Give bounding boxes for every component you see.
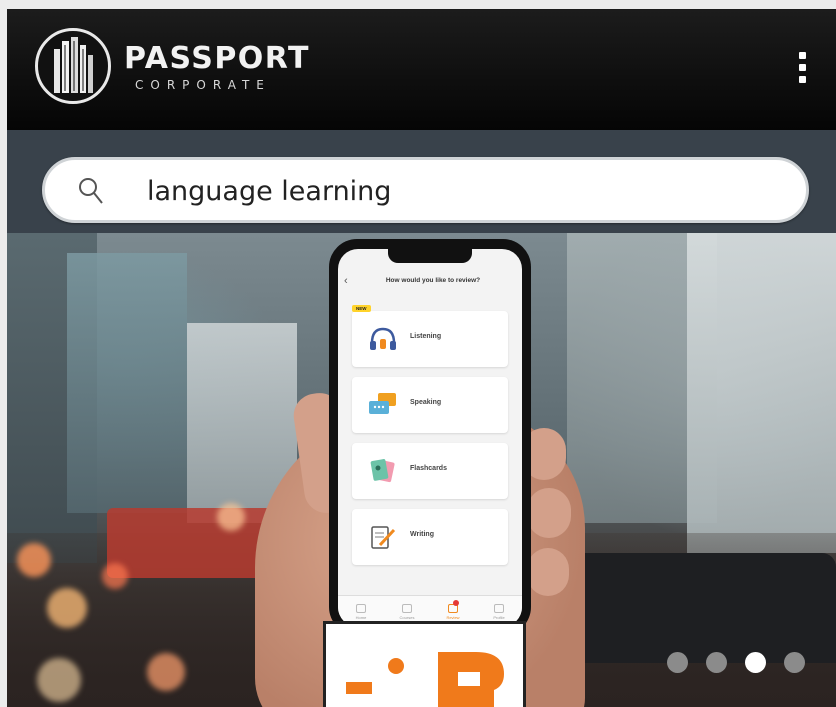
- app-frame: PASSPORT CORPORATE language learning ‹ H…: [7, 9, 836, 707]
- flashcards-icon: [370, 459, 395, 483]
- finger: [527, 548, 569, 596]
- carousel-dot-2[interactable]: [706, 652, 727, 673]
- bokeh-light: [102, 563, 128, 589]
- review-card-speaking[interactable]: Speaking: [352, 377, 508, 433]
- finger: [527, 488, 571, 538]
- review-card-label: Flashcards: [410, 465, 447, 472]
- carousel-dot-4[interactable]: [784, 652, 805, 673]
- review-card-label: Writing: [410, 531, 434, 538]
- app-logo-icon: [346, 652, 504, 707]
- bokeh-light: [37, 658, 81, 702]
- top-header: PASSPORT CORPORATE: [7, 9, 836, 130]
- bokeh-light: [217, 503, 245, 531]
- search-band: [7, 130, 836, 233]
- bokeh-light: [147, 653, 185, 691]
- phone-screen: ‹ How would you like to review? NEW List…: [338, 249, 522, 627]
- bus-shape: [567, 553, 836, 663]
- review-card-label: Speaking: [410, 399, 442, 406]
- review-card-flashcards[interactable]: Flashcards: [352, 443, 508, 499]
- search-box[interactable]: [42, 157, 809, 223]
- new-badge: NEW: [352, 305, 371, 312]
- review-card-label: Listening: [410, 333, 442, 340]
- brand-logo-icon[interactable]: [35, 28, 111, 104]
- notification-dot: [453, 600, 459, 606]
- review-screen-title: How would you like to review?: [385, 277, 481, 284]
- headphones-icon: [370, 327, 396, 350]
- carousel-indicator: [667, 652, 805, 673]
- carousel-dot-1[interactable]: [667, 652, 688, 673]
- app-logo-tile[interactable]: [323, 621, 526, 707]
- review-card-writing[interactable]: Writing: [352, 509, 508, 565]
- hero-carousel-image[interactable]: ‹ How would you like to review? NEW List…: [7, 233, 836, 707]
- more-menu-button[interactable]: [787, 45, 817, 89]
- more-vertical-icon: [798, 51, 806, 59]
- red-vehicle: [107, 508, 277, 578]
- pencil-paper-icon: [371, 526, 396, 549]
- phone-notch: [388, 249, 472, 263]
- home-icon: [356, 604, 366, 613]
- background-building: [67, 253, 187, 513]
- bokeh-light: [47, 588, 87, 628]
- bokeh-light: [17, 543, 51, 577]
- brand-title: PASSPORT: [124, 41, 311, 76]
- speech-bubbles-icon: [369, 393, 396, 414]
- smartphone: ‹ How would you like to review? NEW List…: [329, 239, 531, 635]
- search-icon[interactable]: [75, 175, 107, 207]
- search-input[interactable]: [145, 170, 769, 212]
- review-card-listening[interactable]: NEW Listening: [352, 305, 508, 367]
- brand-subtitle: CORPORATE: [135, 78, 271, 92]
- background-building: [687, 233, 836, 553]
- grid-icon: [402, 604, 412, 613]
- chevron-left-icon[interactable]: ‹: [344, 275, 348, 287]
- profile-icon: [494, 604, 504, 613]
- carousel-dot-3-active[interactable]: [745, 652, 766, 673]
